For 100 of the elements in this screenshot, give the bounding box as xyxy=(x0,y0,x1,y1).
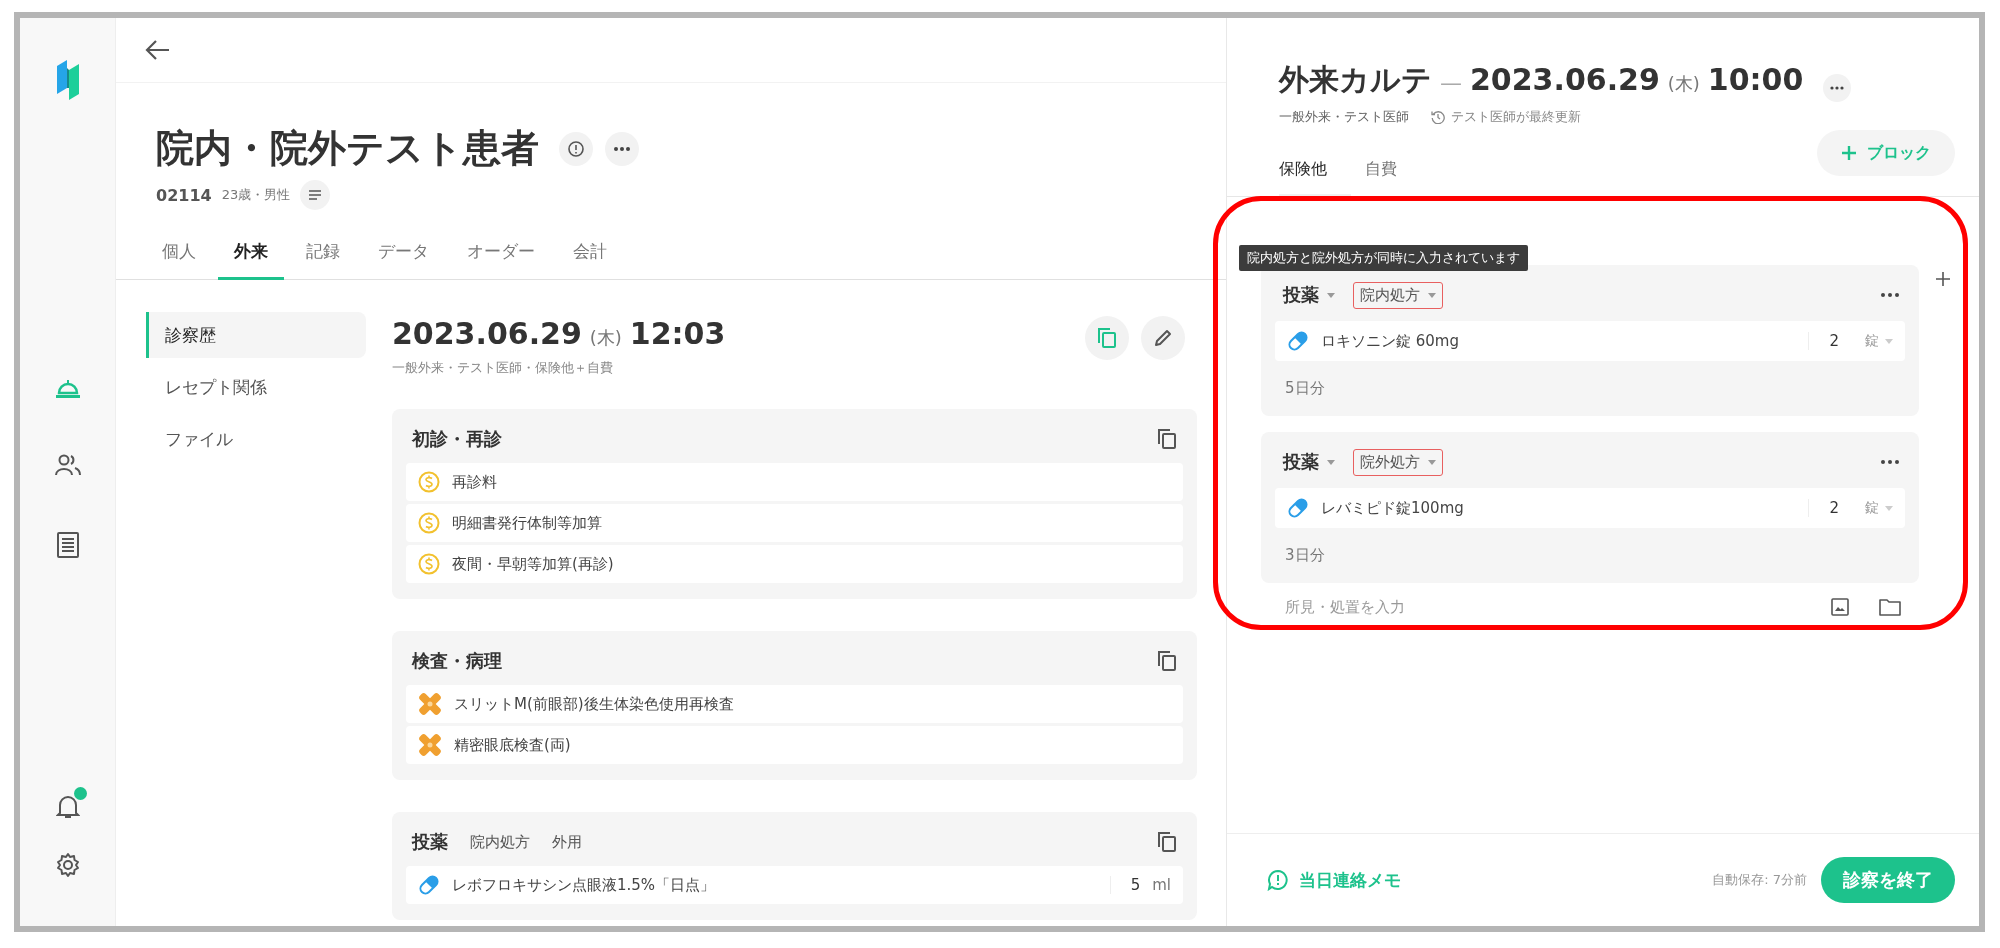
medication-row[interactable]: レバミピド錠100mg 2 錠 xyxy=(1275,488,1905,528)
document-icon[interactable] xyxy=(56,532,79,558)
section-title: 投薬 xyxy=(412,830,448,854)
section-title: 検査・病理 xyxy=(412,649,502,673)
section-tag: 院内処方 xyxy=(470,832,530,852)
category-dropdown[interactable]: 投薬 xyxy=(1283,283,1335,307)
pill-icon xyxy=(1287,497,1309,519)
notes-button[interactable] xyxy=(300,180,331,210)
order-row[interactable]: 明細書発行体制等加算 xyxy=(406,504,1183,542)
medication-name: レバミピド錠100mg xyxy=(1321,498,1464,518)
history-nav-item[interactable]: 診察歴 xyxy=(146,312,366,358)
order-name: 明細書発行体制等加算 xyxy=(452,513,602,533)
pill-icon xyxy=(418,874,440,896)
lines-icon xyxy=(308,189,323,201)
order-row[interactable]: スリットM(前眼部)後生体染色使用再検査 xyxy=(406,685,1183,723)
patient-info: 23歳・男性 xyxy=(221,186,291,204)
logo-icon[interactable] xyxy=(54,60,81,100)
coin-icon xyxy=(418,553,440,575)
more-icon[interactable] xyxy=(1881,293,1899,297)
chart-department: 一般外来・テスト医師 xyxy=(1279,108,1409,126)
edit-button[interactable] xyxy=(1141,316,1185,360)
notification-bell-icon[interactable] xyxy=(55,794,80,820)
duration: 5日分 xyxy=(1285,379,1326,398)
more-icon xyxy=(1830,86,1845,90)
caret-icon xyxy=(1885,338,1893,344)
order-name: スリットM(前眼部)後生体染色使用再検査 xyxy=(454,694,734,714)
patient-tab[interactable]: データ xyxy=(362,240,445,280)
findings-input[interactable]: 所見・処置を入力 xyxy=(1283,597,1801,617)
medication-row[interactable]: ロキソニン錠 60mg 2 錠 xyxy=(1275,321,1905,361)
patient-tab[interactable]: 外来 xyxy=(218,240,284,280)
prescription-type-dropdown[interactable]: 院内処方 xyxy=(1353,281,1443,309)
caret-icon xyxy=(1327,459,1335,465)
comment-icon xyxy=(567,139,585,158)
bandage-icon xyxy=(418,692,442,716)
quantity: 2 xyxy=(1808,499,1839,517)
order-row[interactable]: レボフロキサシン点眼液1.5%「日点」 5 ml xyxy=(406,866,1183,904)
prescription-type-dropdown[interactable]: 院外処方 xyxy=(1353,448,1443,476)
caret-icon xyxy=(1327,292,1335,298)
order-row[interactable]: 夜間・早朝等加算(再診) xyxy=(406,545,1183,583)
order-name: 再診料 xyxy=(452,472,497,492)
autosave-status: 自動保存: 7分前 xyxy=(1712,871,1807,889)
plus-icon xyxy=(1841,145,1857,161)
settings-icon[interactable] xyxy=(54,852,81,878)
warning-tooltip: 院内処方と院外処方が同時に入力されています xyxy=(1239,245,1528,271)
caret-icon xyxy=(1885,505,1893,511)
comment-button[interactable] xyxy=(559,131,593,166)
pencil-icon xyxy=(1153,328,1173,348)
bandage-icon xyxy=(418,733,442,757)
chart-time: 10:00 xyxy=(1707,62,1804,97)
more-button[interactable] xyxy=(605,131,639,166)
quantity: 2 xyxy=(1808,332,1839,350)
billing-tab[interactable]: 自費 xyxy=(1365,159,1437,197)
billing-tab[interactable]: 保険他 xyxy=(1279,159,1351,197)
more-icon[interactable] xyxy=(1881,460,1899,464)
coin-icon xyxy=(418,512,440,534)
history-nav-item[interactable]: ファイル xyxy=(146,416,366,462)
patient-tab[interactable]: 個人 xyxy=(146,240,212,280)
medication-name: ロキソニン錠 60mg xyxy=(1321,331,1459,351)
more-icon xyxy=(613,145,631,152)
history-icon xyxy=(1431,110,1445,124)
folder-icon[interactable] xyxy=(1879,598,1901,616)
patient-tab[interactable]: 会計 xyxy=(557,240,623,280)
visit-date: 2023.06.29 xyxy=(392,316,582,351)
copy-icon xyxy=(1097,327,1117,349)
image-icon[interactable] xyxy=(1831,598,1849,616)
duration: 3日分 xyxy=(1285,546,1326,565)
last-updated: テスト医師が最終更新 xyxy=(1451,108,1581,126)
visit-weekday: (木) xyxy=(589,326,622,350)
caret-icon xyxy=(1428,459,1436,465)
patient-tab[interactable]: オーダー xyxy=(451,240,551,280)
pill-icon xyxy=(1287,330,1309,352)
quantity: 5 xyxy=(1109,876,1141,894)
section-title: 初診・再診 xyxy=(412,427,502,451)
caret-icon xyxy=(1428,292,1436,298)
history-nav-item[interactable]: レセプト関係 xyxy=(146,364,366,410)
order-name: レボフロキサシン点眼液1.5%「日点」 xyxy=(452,875,716,895)
order-name: 夜間・早朝等加算(再診) xyxy=(452,554,614,574)
patient-tab[interactable]: 記録 xyxy=(290,240,356,280)
visit-subtitle: 一般外来・テスト医師・保険他＋自費 xyxy=(392,359,614,377)
visit-time: 12:03 xyxy=(629,316,726,351)
patient-name: 院内・院外テスト患者 xyxy=(156,125,539,172)
copy-icon[interactable] xyxy=(1157,428,1177,450)
order-row[interactable]: 精密眼底検査(両) xyxy=(406,726,1183,764)
chart-date: 2023.06.29 xyxy=(1470,62,1660,97)
people-icon[interactable] xyxy=(54,454,81,476)
copy-icon[interactable] xyxy=(1157,831,1177,853)
unit: ml xyxy=(1152,876,1171,894)
section-tag: 外用 xyxy=(552,832,582,852)
copy-icon[interactable] xyxy=(1157,650,1177,672)
chart-weekday: (木) xyxy=(1667,72,1700,96)
category-dropdown[interactable]: 投薬 xyxy=(1283,450,1335,474)
title-dash: — xyxy=(1440,70,1462,95)
back-arrow-icon[interactable] xyxy=(144,39,170,61)
chart-title: 外来カルテ xyxy=(1279,61,1432,99)
comment-icon xyxy=(1267,869,1289,891)
add-icon[interactable] xyxy=(1935,271,1951,287)
patient-id: 02114 xyxy=(156,185,212,205)
coin-icon xyxy=(418,471,440,493)
order-row[interactable]: 再診料 xyxy=(406,463,1183,501)
order-name: 精密眼底検査(両) xyxy=(454,735,571,755)
